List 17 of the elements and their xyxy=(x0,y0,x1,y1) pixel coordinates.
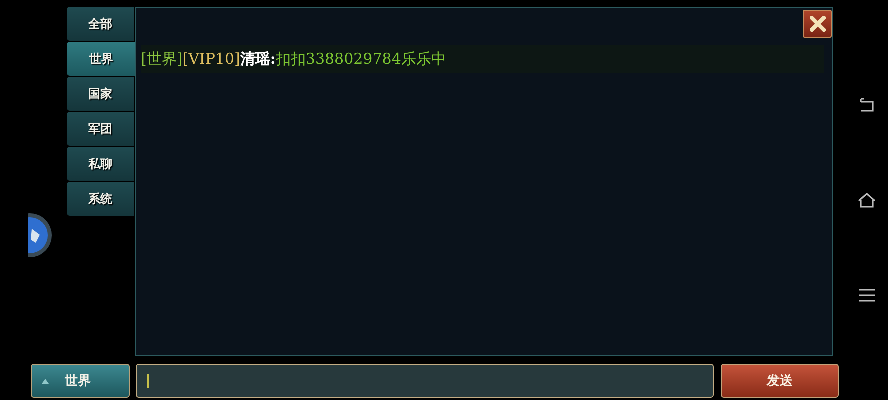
chat-message: [世界][VIP10]清瑶:扣扣3388029784乐乐中 xyxy=(141,45,824,73)
channel-tab[interactable]: 全部 xyxy=(67,7,134,41)
channel-tab[interactable]: 国家 xyxy=(67,77,134,111)
channel-tab[interactable]: 军团 xyxy=(67,112,134,146)
text-cursor xyxy=(147,374,149,388)
send-button[interactable]: 发送 xyxy=(721,364,839,398)
back-icon[interactable] xyxy=(858,98,874,112)
caret-icon xyxy=(42,378,49,384)
channel-tab[interactable]: 世界 xyxy=(67,42,136,76)
channel-tab[interactable]: 系统 xyxy=(67,182,134,216)
channel-tab[interactable]: 私聊 xyxy=(67,147,134,181)
channel-select-button[interactable]: 世界 xyxy=(31,364,130,398)
close-button[interactable] xyxy=(803,10,832,38)
close-icon xyxy=(810,16,826,32)
home-icon[interactable] xyxy=(858,193,876,208)
menu-icon[interactable] xyxy=(858,289,874,302)
message-input-field[interactable] xyxy=(136,364,714,398)
